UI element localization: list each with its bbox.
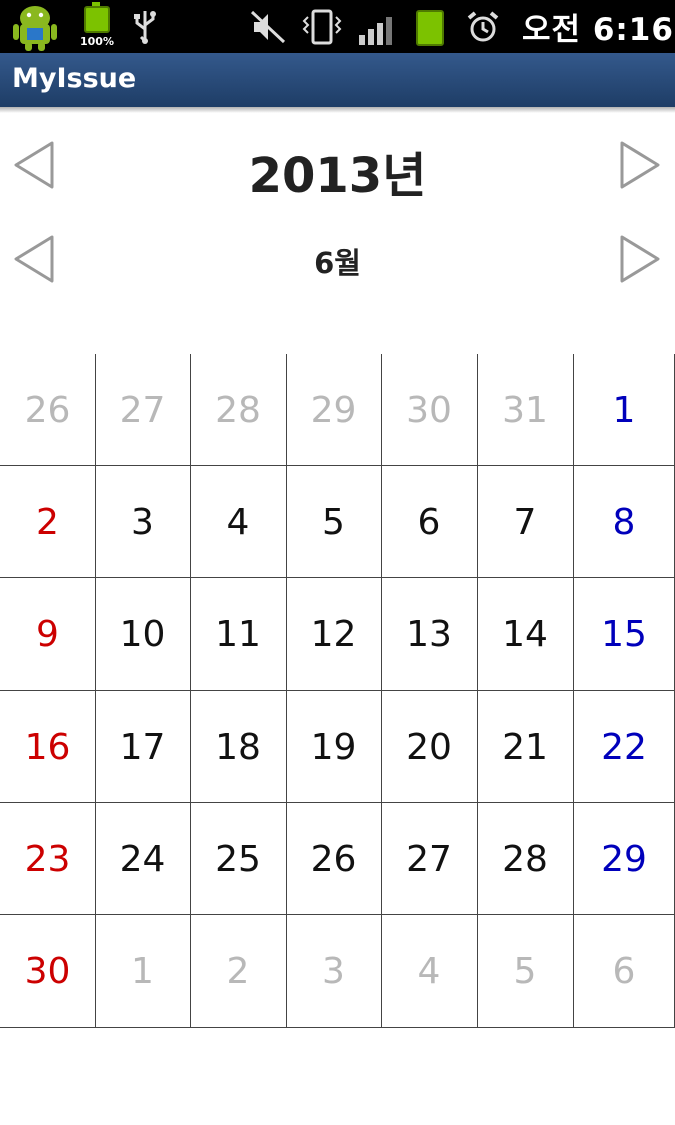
battery-icon [416,10,444,46]
calendar-day-cell[interactable]: 16 [0,691,95,803]
calendar-day-cell[interactable]: 1 [95,915,190,1028]
status-bar: 100% 오전 6:16 [0,0,675,53]
calendar-day-cell[interactable]: 28 [190,354,286,466]
calendar-day-cell[interactable]: 11 [190,578,286,691]
calendar-day-cell[interactable]: 22 [573,691,675,803]
calendar-day-cell[interactable]: 5 [286,466,381,578]
status-clock: 오전 6:16 [522,12,674,48]
calendar-day-cell[interactable]: 1 [573,354,675,466]
calendar-day-cell[interactable]: 4 [381,915,477,1028]
app-title: MyIssue [12,63,137,94]
calendar-day-cell[interactable]: 29 [573,803,675,915]
calendar-day-cell[interactable]: 14 [477,578,573,691]
calendar-day-cell[interactable]: 2 [0,466,95,578]
calendar-day-cell[interactable]: 12 [286,578,381,691]
mute-icon [250,0,286,53]
chevron-right-icon [620,141,660,189]
calendar-day-cell[interactable]: 3 [286,915,381,1028]
calendar-day-cell[interactable]: 5 [477,915,573,1028]
calendar-day-cell[interactable]: 9 [0,578,95,691]
title-bar-shadow [0,107,675,113]
battery-percent: 100% [80,35,114,48]
android-robot-icon [12,4,58,52]
calendar-day-cell[interactable]: 28 [477,803,573,915]
alarm-icon [466,0,500,53]
calendar-day-cell[interactable]: 21 [477,691,573,803]
calendar-day-cell[interactable]: 6 [381,466,477,578]
calendar-day-cell[interactable]: 30 [381,354,477,466]
calendar-day-cell[interactable]: 26 [0,354,95,466]
calendar-day-cell[interactable]: 6 [573,915,675,1028]
calendar-day-cell[interactable]: 30 [0,915,95,1028]
calendar-day-cell[interactable]: 20 [381,691,477,803]
battery-notification-icon: 100% [80,2,114,48]
vibrate-icon [300,0,344,53]
calendar-day-cell[interactable]: 25 [190,803,286,915]
calendar-day-cell[interactable]: 10 [95,578,190,691]
year-label: 2013년 [248,148,427,204]
calendar-day-cell[interactable]: 7 [477,466,573,578]
chevron-right-icon [620,235,660,283]
month-label: 6월 [314,246,361,280]
calendar-grid: 26 27 28 29 30 31 1 2 3 4 5 6 7 8 9 10 11 12 13 14 15 16 17 18 1… [0,354,675,1028]
calendar-day-cell[interactable]: 8 [573,466,675,578]
calendar-day-cell[interactable]: 23 [0,803,95,915]
calendar-day-cell[interactable]: 27 [95,354,190,466]
calendar-day-cell[interactable]: 17 [95,691,190,803]
app-title-bar: MyIssue [0,53,675,107]
next-year-button[interactable] [618,140,668,190]
calendar-day-cell[interactable]: 18 [190,691,286,803]
calendar-day-cell[interactable]: 3 [95,466,190,578]
next-month-button[interactable] [618,234,668,284]
calendar-day-cell[interactable]: 29 [286,354,381,466]
calendar-day-cell[interactable]: 26 [286,803,381,915]
calendar-day-cell[interactable]: 4 [190,466,286,578]
signal-icon [358,0,394,53]
calendar-day-cell[interactable]: 27 [381,803,477,915]
calendar-day-cell[interactable]: 2 [190,915,286,1028]
calendar-day-cell[interactable]: 19 [286,691,381,803]
calendar-day-cell[interactable]: 24 [95,803,190,915]
calendar-day-cell[interactable]: 15 [573,578,675,691]
calendar-day-cell[interactable]: 13 [381,578,477,691]
usb-icon [133,0,157,53]
calendar-day-cell[interactable]: 31 [477,354,573,466]
